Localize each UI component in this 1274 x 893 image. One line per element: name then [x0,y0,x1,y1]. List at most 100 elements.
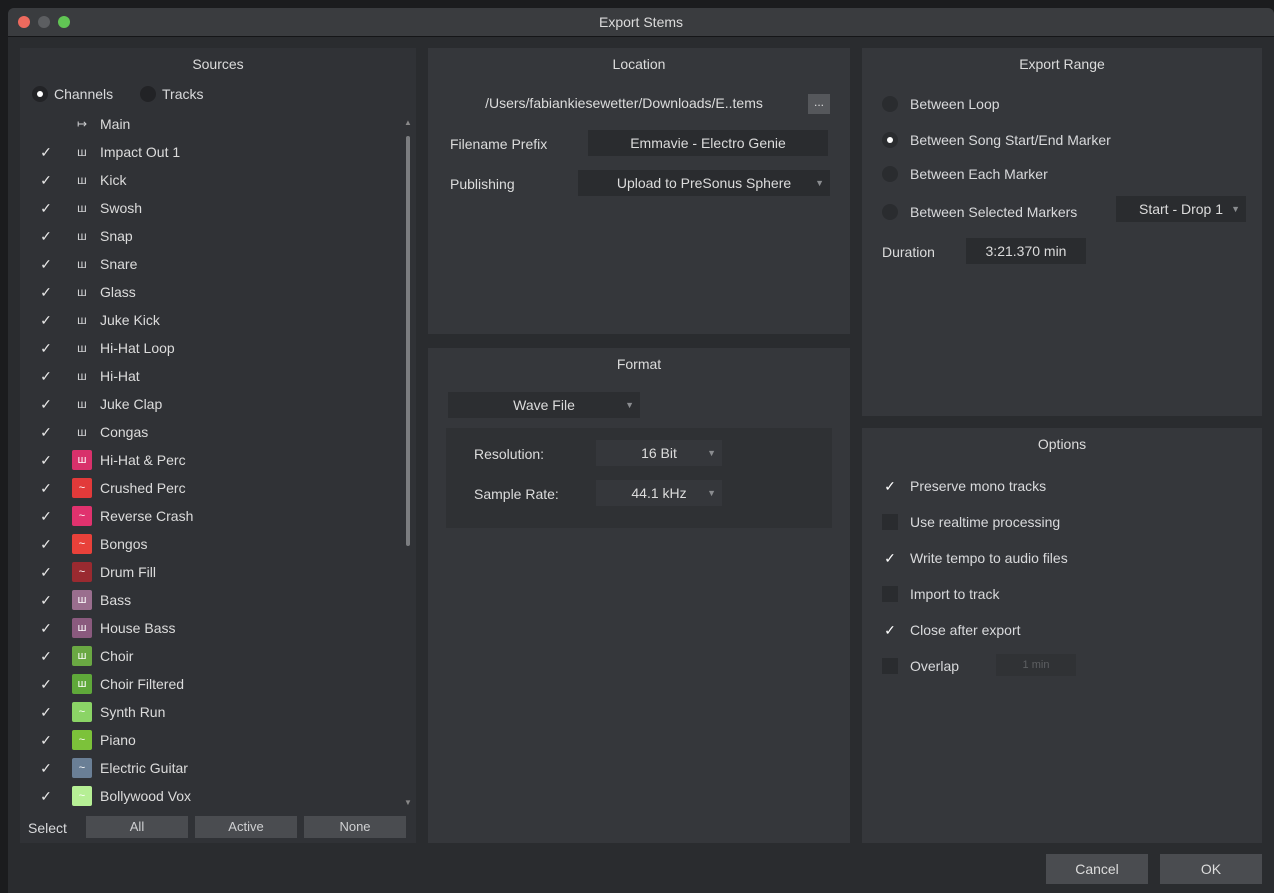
scroll-up-icon[interactable]: ▲ [404,118,412,127]
checkmark-icon[interactable]: ✓ [38,704,54,721]
source-item[interactable]: ✓ ш Bass [20,586,400,614]
source-item[interactable]: ✓ ш Juke Kick [20,306,400,334]
checkmark-icon[interactable]: ✓ [38,368,54,385]
filename-prefix-input[interactable]: Emmavie - Electro Genie [588,130,828,156]
publishing-select[interactable]: Upload to PreSonus Sphere ▼ [578,170,830,196]
audio-icon: ~ [72,478,92,498]
preserve-mono-checkbox[interactable]: ✓ Preserve mono tracks [882,476,1046,496]
checkmark-icon: ✓ [884,478,896,494]
source-item[interactable]: ✓ ~ Bollywood Vox [20,782,400,810]
overlap-checkbox[interactable]: Overlap [882,656,959,676]
checkmark-icon[interactable]: ✓ [38,340,54,357]
checkmark-icon[interactable]: ✓ [38,620,54,637]
source-item[interactable]: ✓ ~ Piano [20,726,400,754]
filename-prefix-label: Filename Prefix [450,136,548,152]
range-selected-markers[interactable]: Between Selected Markers [882,202,1077,222]
checkmark-icon[interactable]: ✓ [38,452,54,469]
source-item[interactable]: ✓ ш Hi-Hat Loop [20,334,400,362]
range-song-markers[interactable]: Between Song Start/End Marker [882,130,1111,150]
source-item[interactable]: ✓ ш Glass [20,278,400,306]
source-item-label: Snap [100,228,133,244]
close-after-export-checkbox[interactable]: ✓ Close after export [882,620,1021,640]
source-item[interactable]: ✓ ~ Crushed Perc [20,474,400,502]
checkmark-icon[interactable]: ✓ [38,284,54,301]
source-item-label: Hi-Hat [100,368,140,384]
source-item[interactable]: ✓ ш Kick [20,166,400,194]
checkmark-icon[interactable]: ✓ [38,200,54,217]
source-item[interactable]: ✓ ~ Electric Guitar [20,754,400,782]
checkmark-icon[interactable]: ✓ [38,508,54,525]
select-active-button[interactable]: Active [195,816,297,838]
scroll-thumb[interactable] [406,136,410,546]
options-title: Options [1037,436,1087,452]
marker-select[interactable]: Start - Drop 1 ▼ [1116,196,1246,222]
select-none-button[interactable]: None [304,816,406,838]
checkmark-icon[interactable]: ✓ [38,536,54,553]
file-type-select[interactable]: Wave File ▼ [448,392,640,418]
checkmark-icon[interactable]: ✓ [38,396,54,413]
unchecked-icon [882,586,898,602]
tracks-radio[interactable]: Tracks [140,84,203,104]
source-item[interactable]: ✓ ~ Drum Fill [20,558,400,586]
instrument-icon: ш [77,201,87,215]
chevron-down-icon: ▼ [625,400,634,410]
checkmark-icon[interactable]: ✓ [38,144,54,161]
checkmark-icon[interactable]: ✓ [38,564,54,581]
audio-icon: ~ [72,562,92,582]
checkmark-icon[interactable]: ✓ [38,732,54,749]
checkmark-icon[interactable]: ✓ [38,648,54,665]
resolution-select[interactable]: 16 Bit ▼ [596,440,722,466]
checkmark-icon[interactable]: ✓ [38,788,54,805]
source-item[interactable]: ↦ Main [20,110,400,138]
unchecked-icon [882,514,898,530]
checkmark-icon[interactable]: ✓ [38,592,54,609]
checkmark-icon[interactable]: ✓ [38,172,54,189]
sample-rate-select[interactable]: 44.1 kHz ▼ [596,480,722,506]
checkmark-icon[interactable]: ✓ [38,480,54,497]
sources-panel: Sources Channels Tracks ↦ Main ✓ ш Impact Ou… [20,48,416,843]
source-item[interactable]: ✓ ш House Bass [20,614,400,642]
checkmark-icon[interactable]: ✓ [38,760,54,777]
checkmark-icon[interactable]: ✓ [38,676,54,693]
source-item[interactable]: ✓ ш Snare [20,250,400,278]
checkmark-icon[interactable]: ✓ [38,312,54,329]
checkmark-icon[interactable]: ✓ [38,228,54,245]
channels-radio[interactable]: Channels [32,84,113,104]
source-item[interactable]: ✓ ш Impact Out 1 [20,138,400,166]
scroll-down-icon[interactable]: ▼ [404,798,412,807]
ok-button[interactable]: OK [1160,854,1262,884]
range-each-marker[interactable]: Between Each Marker [882,164,1048,184]
format-panel: Format Wave File ▼ Resolution: 16 Bit ▼ … [428,348,850,843]
source-item[interactable]: ✓ ш Snap [20,222,400,250]
overlap-input[interactable]: 1 min [996,654,1076,676]
source-item[interactable]: ✓ ш Choir [20,642,400,670]
close-after-label: Close after export [910,622,1021,638]
source-item[interactable]: ✓ ш Juke Clap [20,390,400,418]
source-item[interactable]: ✓ ш Hi-Hat & Perc [20,446,400,474]
realtime-processing-checkbox[interactable]: Use realtime processing [882,512,1060,532]
select-all-button[interactable]: All [86,816,188,838]
checkmark-icon[interactable]: ✓ [38,256,54,273]
range-between-loop[interactable]: Between Loop [882,94,1000,114]
cancel-button[interactable]: Cancel [1046,854,1148,884]
source-item[interactable]: ✓ ш Swosh [20,194,400,222]
checkmark-icon[interactable]: ✓ [38,424,54,441]
source-item[interactable]: ✓ ~ Bongos [20,530,400,558]
export-path-field[interactable]: /Users/fabiankiesewetter/Downloads/E..te… [448,90,800,116]
source-item[interactable]: ✓ ~ Synth Run [20,698,400,726]
export-range-panel: Export Range Between Loop Between Song S… [862,48,1262,416]
import-to-track-checkbox[interactable]: Import to track [882,584,999,604]
source-item[interactable]: ✓ ш Choir Filtered [20,670,400,698]
range-song-label: Between Song Start/End Marker [910,132,1111,148]
source-item-label: Crushed Perc [100,480,186,496]
source-item[interactable]: ✓ ш Hi-Hat [20,362,400,390]
sample-rate-label: Sample Rate: [474,486,559,502]
audio-icon: ~ [72,702,92,722]
write-tempo-checkbox[interactable]: ✓ Write tempo to audio files [882,548,1068,568]
source-item[interactable]: ✓ ~ Reverse Crash [20,502,400,530]
source-item[interactable]: ✓ ш Congas [20,418,400,446]
browse-button[interactable]: ... [808,94,830,114]
unchecked-icon [882,658,898,674]
source-item-label: House Bass [100,620,176,636]
sources-scrollbar[interactable]: ▲ ▼ [404,118,412,808]
